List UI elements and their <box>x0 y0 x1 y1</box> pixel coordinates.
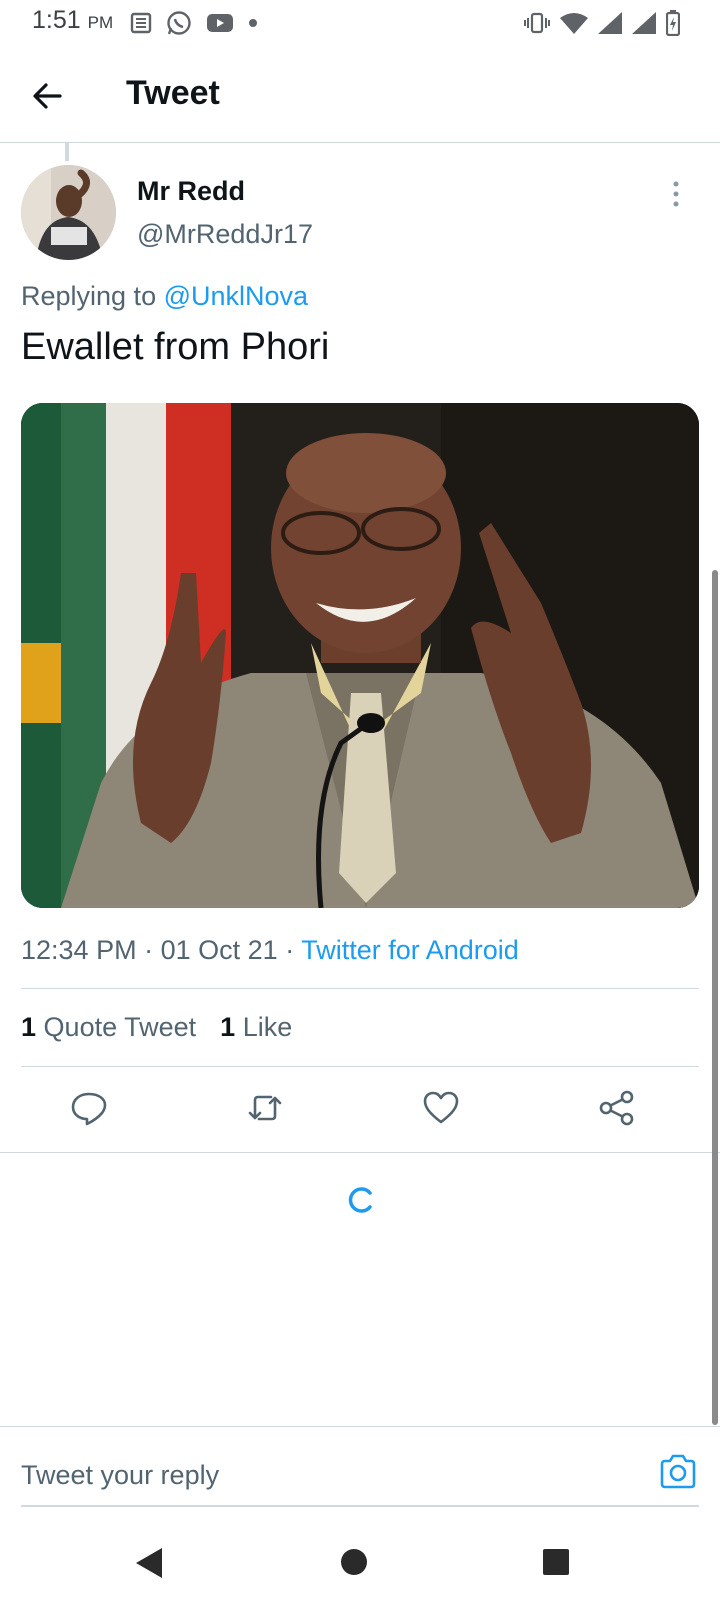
retweet-button[interactable] <box>245 1088 285 1128</box>
camera-icon <box>660 1454 696 1489</box>
app-header: Tweet <box>0 48 720 143</box>
notification-dot-icon <box>249 19 257 27</box>
signal-icon-2 <box>632 12 656 34</box>
share-icon <box>599 1090 634 1126</box>
like-button[interactable] <box>421 1088 461 1128</box>
back-button[interactable] <box>28 76 68 116</box>
replying-to-handle[interactable]: @UnklNova <box>164 281 308 311</box>
tweet-meta: 12:34 PM · 01 Oct 21 · Twitter for Andro… <box>21 935 519 966</box>
divider <box>0 1152 720 1153</box>
more-options-button[interactable] <box>670 180 682 208</box>
system-icons <box>524 8 680 38</box>
replying-to: Replying to @UnklNova <box>21 281 308 312</box>
status-time: 1:51 PM <box>32 6 114 34</box>
tweet-date: 01 Oct 21 <box>160 935 278 965</box>
more-vertical-icon <box>673 181 679 207</box>
battery-charging-icon <box>666 10 680 36</box>
like-label: Like <box>242 1012 293 1042</box>
nav-back-icon[interactable] <box>134 1546 164 1580</box>
retweet-icon <box>248 1095 282 1121</box>
tweet-text: Ewallet from Phori <box>21 326 330 368</box>
tweet-time: 12:34 PM <box>21 935 137 965</box>
page-title: Tweet <box>126 74 220 112</box>
tweet-photo <box>21 403 699 908</box>
author-handle[interactable]: @MrReddJr17 <box>137 219 313 250</box>
like-icon <box>423 1091 459 1124</box>
system-nav-bar <box>0 1520 720 1600</box>
reply-underline <box>21 1505 699 1507</box>
notification-icons <box>130 6 258 40</box>
quote-count: 1 <box>21 1012 37 1042</box>
thread-connector <box>65 143 69 161</box>
camera-button[interactable] <box>658 1452 698 1492</box>
meta-separator: · <box>285 935 295 965</box>
reply-input[interactable] <box>21 1455 621 1495</box>
back-arrow-icon <box>33 83 62 109</box>
nav-recents-icon[interactable] <box>542 1548 570 1576</box>
status-bar: 1:51 PM <box>0 0 720 48</box>
author-name[interactable]: Mr Redd <box>137 176 245 207</box>
quote-tweets-stat[interactable]: 1 Quote Tweet <box>21 1012 196 1043</box>
whatsapp-icon <box>167 11 191 35</box>
meta-separator: · <box>144 935 154 965</box>
reply-button[interactable] <box>69 1088 109 1128</box>
reply-icon <box>71 1092 107 1126</box>
likes-stat[interactable]: 1 Like <box>220 1012 292 1043</box>
tweet-source[interactable]: Twitter for Android <box>301 935 519 965</box>
loading-spinner <box>346 1185 376 1215</box>
divider <box>0 1426 720 1427</box>
tweet-stats: 1 Quote Tweet 1 Like <box>21 1012 292 1043</box>
scrollbar[interactable] <box>712 570 718 1425</box>
loading-spinner-icon <box>348 1187 372 1213</box>
nav-home-icon[interactable] <box>340 1548 368 1576</box>
news-app-icon <box>130 12 152 34</box>
signal-icon <box>598 12 622 34</box>
tweet-image[interactable] <box>21 403 699 908</box>
avatar[interactable] <box>21 165 116 260</box>
avatar-image <box>21 165 116 260</box>
like-count: 1 <box>220 1012 236 1042</box>
divider <box>21 1066 699 1067</box>
share-button[interactable] <box>597 1088 637 1128</box>
divider <box>21 988 699 989</box>
youtube-icon <box>207 14 233 32</box>
quote-label: Quote Tweet <box>43 1012 197 1042</box>
replying-to-label: Replying to <box>21 281 157 311</box>
vibrate-icon <box>524 12 550 34</box>
wifi-icon <box>560 13 588 34</box>
